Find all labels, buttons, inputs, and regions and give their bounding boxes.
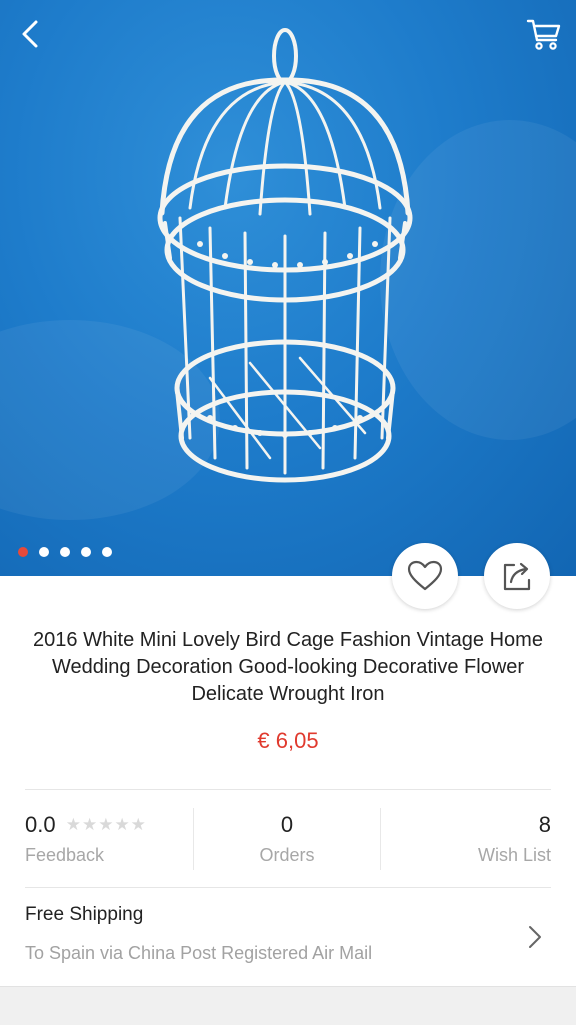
gallery-dot[interactable] (102, 547, 112, 557)
bird-cage-illustration (157, 28, 413, 483)
add-to-wishlist-button[interactable] (392, 543, 458, 609)
gallery-dot[interactable] (60, 547, 70, 557)
product-price: € 6,05 (257, 728, 319, 753)
product-image[interactable] (0, 0, 576, 576)
chevron-right-icon (529, 926, 541, 948)
wishlist-stat[interactable]: 8 Wish List (478, 810, 551, 866)
gallery-pagination (18, 547, 112, 557)
orders-stat[interactable]: 0 Orders (194, 810, 380, 866)
wishlist-count: 8 (538, 812, 551, 837)
shipping-title: Free Shipping (25, 904, 144, 925)
bottom-band (0, 986, 576, 1025)
cart-icon[interactable] (526, 16, 562, 52)
gallery-dot-active[interactable] (18, 547, 28, 557)
divider (25, 789, 551, 790)
orders-count: 0 (280, 812, 294, 837)
share-button[interactable] (484, 543, 550, 609)
chevron-left-icon[interactable] (14, 16, 50, 52)
shipping-row[interactable]: Free Shipping To Spain via China Post Re… (0, 889, 576, 985)
gallery-dot[interactable] (39, 547, 49, 557)
wishlist-label: Wish List (477, 845, 551, 865)
shipping-details: To Spain via China Post Registered Air M… (25, 943, 373, 963)
orders-label: Orders (259, 845, 315, 865)
share-icon (503, 562, 531, 591)
divider (25, 887, 551, 888)
feedback-stat[interactable]: 0.0 ★★★★★ Feedback (25, 810, 147, 866)
product-title: 2016 White Mini Lovely Bird Cage Fashion… (33, 629, 543, 705)
gallery-dot[interactable] (81, 547, 91, 557)
feedback-label: Feedback (25, 845, 105, 865)
divider (380, 808, 381, 870)
star-rating-icon: ★★★★★ (65, 815, 147, 834)
heart-icon (407, 560, 443, 591)
rating-value: 0.0 (25, 812, 56, 837)
